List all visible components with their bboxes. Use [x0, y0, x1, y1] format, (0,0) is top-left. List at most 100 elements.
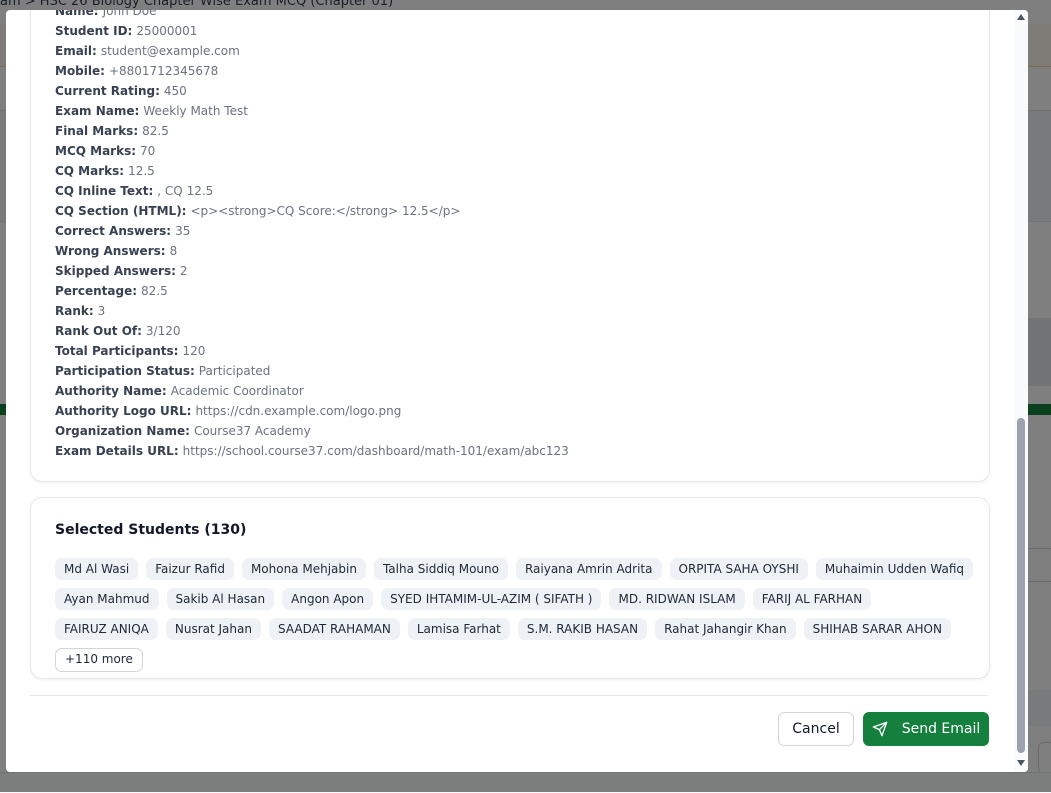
variable-label: Authority Logo URL:	[55, 404, 192, 418]
variable-value: +8801712345678	[108, 64, 219, 78]
send-email-button[interactable]: Send Email	[863, 712, 989, 746]
variable-row: Total Participants: 120	[55, 341, 569, 361]
variable-label: CQ Inline Text:	[55, 184, 154, 198]
variable-value: 120	[182, 344, 206, 358]
student-chip: Sakib Al Hasan	[166, 588, 275, 610]
variable-label: Organization Name:	[55, 424, 190, 438]
student-chip: Md Al Wasi	[55, 558, 139, 580]
footer-divider	[30, 695, 988, 696]
template-variables-card: Name: John Doe Student ID: 25000001 Email: st…	[30, 10, 990, 482]
variable-value: Course37 Academy	[193, 424, 311, 438]
variable-value: 35	[175, 224, 191, 238]
more-students-chip[interactable]: +110 more	[55, 648, 143, 672]
student-chip: Ayan Mahmud	[55, 588, 159, 610]
variable-label: Name:	[55, 10, 99, 18]
student-chip-list: Md Al Wasi Faizur Rafid Mohona Mehjabin Tal…	[55, 558, 975, 672]
variable-row: Participation Status: Participated	[55, 361, 569, 381]
variable-label: Current Rating:	[55, 84, 160, 98]
student-chip: Faizur Rafid	[146, 558, 234, 580]
student-chip: FAIRUZ ANIQA	[55, 618, 158, 640]
variable-label: Exam Details URL:	[55, 444, 179, 458]
variable-row: Organization Name: Course37 Academy	[55, 421, 569, 441]
variable-value: 2	[179, 264, 188, 278]
variable-label: MCQ Marks:	[55, 144, 137, 158]
student-chip: FARIJ AL FARHAN	[752, 588, 872, 610]
variable-list: Name: John Doe Student ID: 25000001 Email: st…	[55, 10, 569, 461]
variable-label: Total Participants:	[55, 344, 179, 358]
student-chip: SHIHAB SARAR AHON	[803, 618, 951, 640]
variable-row: Percentage: 82.5	[55, 281, 569, 301]
student-chip: Raiyana Amrin Adrita	[515, 558, 662, 580]
student-chip: Talha Siddiq Mouno	[373, 558, 508, 580]
variable-label: CQ Section (HTML):	[55, 204, 187, 218]
variable-value: <p><strong>CQ Score:</strong> 12.5</p>	[190, 204, 461, 218]
modal-scrollbar[interactable]	[1014, 10, 1028, 772]
variable-value: 3	[97, 304, 106, 318]
variable-value: https://school.course37.com/dashboard/ma…	[182, 444, 569, 458]
variable-row: Rank Out Of: 3/120	[55, 321, 569, 341]
variable-row: Authority Name: Academic Coordinator	[55, 381, 569, 401]
variable-value: Academic Coordinator	[170, 384, 304, 398]
student-chip: SAADAT RAHAMAN	[268, 618, 400, 640]
student-chip: Muhaimin Udden Wafiq	[815, 558, 974, 580]
variable-label: CQ Marks:	[55, 164, 125, 178]
scrollbar-thumb[interactable]	[1017, 418, 1025, 753]
variable-label: Rank:	[55, 304, 94, 318]
variable-label: Rank Out Of:	[55, 324, 142, 338]
student-chip: Nusrat Jahan	[165, 618, 261, 640]
variable-value: student@example.com	[100, 44, 240, 58]
student-chip: Mohona Mehjabin	[241, 558, 366, 580]
variable-row: CQ Section (HTML): <p><strong>CQ Score:</…	[55, 201, 569, 221]
scroll-down-icon[interactable]	[1017, 760, 1025, 766]
variable-row: Name: John Doe	[55, 10, 569, 21]
variable-label: Mobile:	[55, 64, 105, 78]
variable-value: 8	[169, 244, 178, 258]
variable-row: MCQ Marks: 70	[55, 141, 569, 161]
variable-row: Exam Details URL: https://school.course37…	[55, 441, 569, 461]
variable-row: CQ Marks: 12.5	[55, 161, 569, 181]
variable-row: Student ID: 25000001	[55, 21, 569, 41]
selected-students-card: Selected Students (130) Md Al Wasi Faizur…	[30, 497, 990, 679]
variable-row: CQ Inline Text:, CQ 12.5	[55, 181, 569, 201]
variable-row: Wrong Answers: 8	[55, 241, 569, 261]
student-chip: S.M. RAKIB HASAN	[517, 618, 648, 640]
send-email-label: Send Email	[901, 721, 981, 737]
cancel-button[interactable]: Cancel	[778, 712, 854, 746]
variable-label: Participation Status:	[55, 364, 195, 378]
modal-scroll-area[interactable]: Name: John Doe Student ID: 25000001 Email: st…	[6, 10, 1014, 772]
send-icon	[872, 721, 888, 737]
variable-row: Correct Answers: 35	[55, 221, 569, 241]
variable-value: Weekly Math Test	[143, 104, 248, 118]
student-chip: MD. RIDWAN ISLAM	[609, 588, 745, 610]
variable-value: , CQ 12.5	[157, 184, 214, 198]
variable-value: 3/120	[145, 324, 181, 338]
student-chip: Angon Apon	[282, 588, 374, 610]
variable-label: Email:	[55, 44, 97, 58]
student-chip: SYED IHTAMIM-UL-AZIM ( SIFATH )	[381, 588, 602, 610]
variable-value: John Doe	[102, 10, 157, 18]
variable-row: Authority Logo URL: https://cdn.example.c…	[55, 401, 569, 421]
variable-row: Email: student@example.com	[55, 41, 569, 61]
student-chip: ORPITA SAHA OYSHI	[669, 558, 808, 580]
variable-row: Exam Name: Weekly Math Test	[55, 101, 569, 121]
student-chip: Rahat Jahangir Khan	[655, 618, 796, 640]
variable-row: Final Marks: 82.5	[55, 121, 569, 141]
scroll-up-icon[interactable]	[1017, 14, 1025, 20]
variable-value: 12.5	[128, 164, 155, 178]
variable-row: Mobile: +8801712345678	[55, 61, 569, 81]
variable-value: https://cdn.example.com/logo.png	[195, 404, 402, 418]
variable-label: Final Marks:	[55, 124, 139, 138]
variable-label: Correct Answers:	[55, 224, 172, 238]
variable-value: 82.5	[141, 284, 168, 298]
variable-value: Participated	[198, 364, 271, 378]
variable-label: Percentage:	[55, 284, 138, 298]
variable-label: Skipped Answers:	[55, 264, 176, 278]
variable-label: Authority Name:	[55, 384, 167, 398]
variable-value: 82.5	[142, 124, 169, 138]
variable-value: 25000001	[136, 24, 198, 38]
send-email-modal: Name: John Doe Student ID: 25000001 Email: st…	[6, 10, 1028, 772]
variable-row: Skipped Answers: 2	[55, 261, 569, 281]
variable-row: Rank: 3	[55, 301, 569, 321]
variable-row: Current Rating: 450	[55, 81, 569, 101]
variable-label: Exam Name:	[55, 104, 140, 118]
